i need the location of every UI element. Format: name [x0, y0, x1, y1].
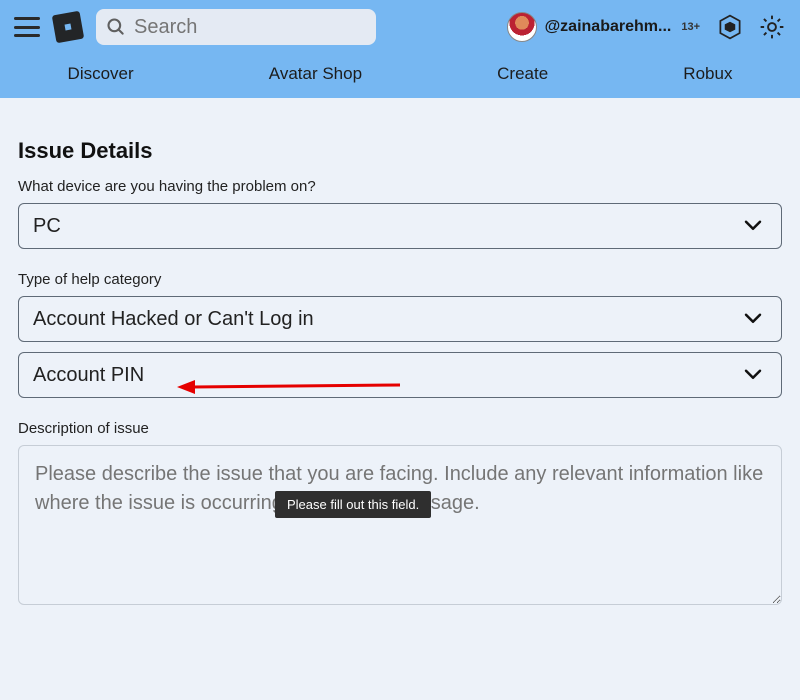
device-field: What device are you having the problem o…: [18, 178, 782, 249]
device-value: PC: [33, 215, 61, 238]
nav-robux[interactable]: Robux: [683, 64, 732, 84]
subcategory-value: Account PIN: [33, 364, 144, 387]
roblox-logo-icon[interactable]: [52, 11, 84, 43]
nav-discover[interactable]: Discover: [68, 64, 134, 84]
search-input[interactable]: [134, 16, 366, 39]
device-label: What device are you having the problem o…: [18, 178, 782, 195]
chevron-down-icon: [741, 362, 765, 386]
nav-row: Discover Avatar Shop Create Robux: [0, 54, 800, 98]
settings-gear-icon[interactable]: [758, 13, 786, 41]
validation-tooltip: Please fill out this field.: [275, 491, 431, 518]
chevron-down-icon: [741, 306, 765, 330]
device-select[interactable]: PC: [18, 203, 782, 249]
age-badge: 13+: [679, 21, 702, 33]
menu-button[interactable]: [14, 17, 40, 37]
section-title: Issue Details: [18, 138, 782, 164]
category-select[interactable]: Account Hacked or Can't Log in: [18, 296, 782, 342]
header-top-row: @zainabarehm... 13+: [0, 0, 800, 54]
search-icon: [106, 17, 126, 37]
category-value: Account Hacked or Can't Log in: [33, 308, 314, 331]
robux-icon[interactable]: [716, 13, 744, 41]
annotation-arrow-icon: [175, 377, 405, 397]
category-label: Type of help category: [18, 271, 782, 288]
description-label: Description of issue: [18, 420, 782, 437]
description-textarea[interactable]: [18, 445, 782, 605]
avatar: [507, 12, 537, 42]
nav-create[interactable]: Create: [497, 64, 548, 84]
app-header: @zainabarehm... 13+ Discover Avatar Shop…: [0, 0, 800, 98]
user-area[interactable]: @zainabarehm... 13+: [507, 12, 702, 42]
search-box[interactable]: [96, 9, 376, 45]
nav-avatar-shop[interactable]: Avatar Shop: [269, 64, 362, 84]
content-area: Issue Details What device are you having…: [0, 98, 800, 610]
username-label: @zainabarehm...: [545, 18, 672, 36]
chevron-down-icon: [741, 213, 765, 237]
